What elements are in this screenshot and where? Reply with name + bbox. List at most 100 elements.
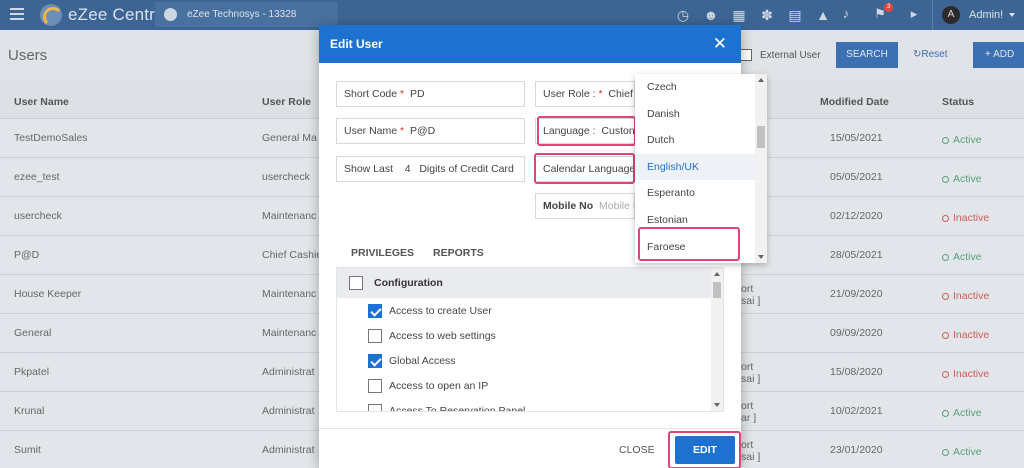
reset-button[interactable]: ↻Reset [913, 49, 948, 60]
cell-modified-date: 09/09/2020 [830, 327, 883, 339]
app-logo[interactable]: eZee Centrix [40, 4, 168, 26]
chart-icon[interactable]: ▲ [814, 6, 832, 24]
privilege-item[interactable]: Access To Reservation Panel [337, 398, 723, 412]
megaphone-icon[interactable]: ▸ [904, 6, 924, 24]
user-name-field[interactable]: User Name * P@D [336, 118, 525, 144]
cell-modified-date: 21/09/2020 [830, 288, 883, 300]
mobile-label: Mobile No [543, 200, 594, 212]
person-icon[interactable]: ☻ [702, 6, 720, 24]
language-option[interactable]: Dutch [635, 127, 767, 154]
status-badge: Inactive [942, 290, 989, 302]
cell-user-name: House Keeper [14, 288, 82, 300]
scroll-thumb[interactable] [713, 282, 721, 298]
cell-extra: ort sai ] [741, 439, 761, 463]
language-highlight [537, 116, 636, 146]
language-option[interactable]: Czech [635, 74, 767, 101]
add-button[interactable]: + ADD [973, 42, 1024, 68]
status-dot-icon [942, 332, 949, 339]
cell-user-name: P@D [14, 249, 40, 261]
external-user-filter[interactable]: External User [740, 49, 821, 61]
privilege-item[interactable]: Access to open an IP [337, 373, 723, 398]
language-dropdown: Czech Danish Dutch English/UK Esperanto Eston… [635, 74, 767, 263]
short-code-field[interactable]: Short Code * PD [336, 81, 525, 107]
cell-user-role: Maintenanc [262, 210, 317, 222]
privilege-checkbox[interactable] [368, 303, 382, 318]
user-menu[interactable]: A Admin! [932, 0, 1024, 30]
dialog-footer: CLOSE EDIT [319, 428, 741, 468]
close-icon[interactable]: ✕ [713, 25, 727, 63]
status-label: Active [953, 134, 982, 146]
privilege-label: Access To Reservation Panel [389, 404, 526, 412]
privilege-checkbox[interactable] [368, 403, 382, 411]
network-icon[interactable]: ✽ [758, 6, 776, 24]
user-name: Admin! [969, 9, 1004, 21]
dialog-header: Edit User ✕ [319, 25, 741, 63]
scroll-up-icon[interactable] [758, 78, 764, 82]
col-status[interactable]: Status [942, 96, 974, 108]
status-badge: Active [942, 446, 982, 458]
user-name-label: User Name [344, 125, 398, 137]
tab-privileges[interactable]: PRIVILEGES [351, 247, 415, 269]
faroese-highlight [638, 227, 740, 261]
show-last-digits-field[interactable]: Show Last 4 Digits of Credit Card [336, 156, 525, 182]
edit-highlight [668, 431, 741, 468]
configuration-checkbox[interactable] [349, 276, 363, 290]
scroll-down-icon[interactable] [758, 255, 764, 259]
logo-mark-icon [40, 4, 62, 26]
privilege-checkbox[interactable] [368, 328, 382, 343]
logo-text: eZee Centrix [68, 5, 168, 24]
scroll-down-icon[interactable] [714, 403, 720, 407]
privilege-checkbox[interactable] [368, 353, 382, 368]
col-user-role[interactable]: User Role [262, 96, 311, 108]
status-badge: Active [942, 173, 982, 185]
person-clock-icon[interactable]: ◷ [674, 6, 692, 24]
status-dot-icon [942, 449, 949, 456]
col-modified-date[interactable]: Modified Date [820, 96, 889, 108]
cell-user-name: usercheck [14, 210, 62, 222]
status-dot-icon [942, 176, 949, 183]
property-selector[interactable]: eZee Technosys - 13328 [155, 2, 338, 27]
scroll-thumb[interactable] [757, 126, 765, 148]
cell-user-role: Chief Cashie [262, 249, 323, 261]
bell-icon[interactable]: ♪ [836, 6, 856, 24]
notification-badge: 3 [884, 3, 893, 12]
privilege-item[interactable]: Global Access [337, 348, 723, 373]
language-option[interactable]: Danish [635, 101, 767, 128]
privileges-scrollbar[interactable] [711, 268, 723, 411]
status-badge: Active [942, 251, 982, 263]
tab-reports[interactable]: REPORTS [433, 247, 484, 259]
show-last-value: 4 [404, 163, 411, 175]
privilege-item[interactable]: Access to web settings [337, 323, 723, 348]
mobile-field[interactable]: Mobile No Mobile N [535, 193, 635, 219]
alerts-icon[interactable]: ⚑ 3 [870, 3, 893, 24]
privilege-checkbox[interactable] [368, 378, 382, 393]
cell-user-name: Pkpatel [14, 366, 50, 378]
col-user-name[interactable]: User Name [14, 96, 69, 108]
user-role-field[interactable]: User Role : * Chief [535, 81, 635, 107]
privilege-item[interactable]: Access to create User [337, 298, 723, 323]
cell-user-name: General [14, 327, 52, 339]
scroll-up-icon[interactable] [714, 272, 720, 276]
calendar-icon[interactable]: ▦ [730, 6, 748, 24]
search-button[interactable]: SEARCH [836, 42, 898, 68]
toolbar-icons: ◷ ☻ ▦ ✽ ▤ ▲ [674, 6, 842, 24]
cell-extra: ort sai ] [741, 283, 761, 307]
external-user-checkbox[interactable] [740, 49, 752, 61]
clipboard-icon[interactable]: ▤ [786, 6, 804, 24]
dropdown-scrollbar[interactable] [755, 74, 767, 263]
property-name: eZee Technosys - 13328 [187, 9, 297, 20]
cell-modified-date: 05/05/2021 [830, 171, 883, 183]
language-option[interactable]: Esperanto [635, 180, 767, 207]
avatar: A [942, 6, 960, 24]
privilege-label: Global Access [389, 354, 456, 367]
cell-user-role: Maintenanc [262, 327, 317, 339]
language-option[interactable]: English/UK [635, 153, 767, 181]
status-badge: Inactive [942, 212, 989, 224]
required-mark: * [400, 125, 405, 137]
chevron-down-icon [1009, 13, 1016, 17]
cell-modified-date: 02/12/2020 [830, 210, 883, 222]
section-configuration: Configuration [337, 268, 723, 298]
close-button[interactable]: CLOSE [619, 444, 655, 456]
privilege-label: Access to web settings [389, 329, 496, 342]
menu-icon[interactable] [10, 8, 24, 20]
